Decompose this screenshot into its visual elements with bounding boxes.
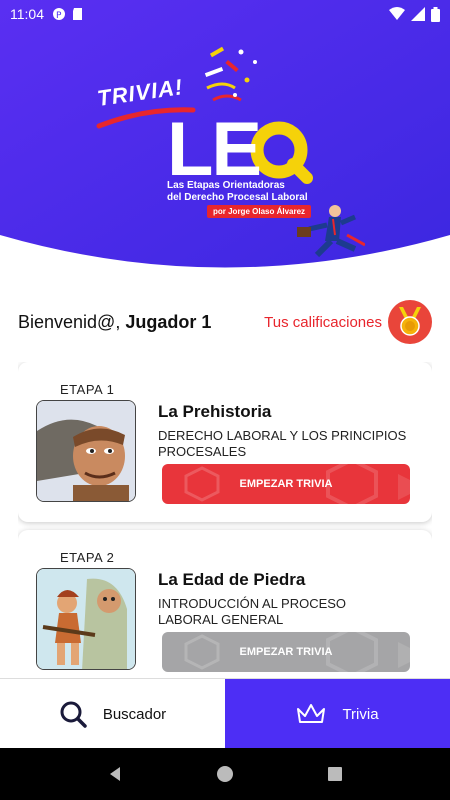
welcome-row: Bienvenid@, Jugador 1 Tus calificaciones [18, 298, 432, 346]
crown-icon [297, 704, 326, 723]
stage-1-image [36, 400, 136, 502]
nav-trivia-tab[interactable]: Trivia [225, 679, 450, 749]
recents-icon[interactable] [326, 765, 344, 783]
start-trivia-button[interactable]: EMPEZAR TRIVIA [162, 464, 410, 504]
signal-icon [411, 7, 425, 21]
stage-title: La Prehistoria [158, 402, 272, 421]
header-banner: TRIVIA! LE Las Etapas Orientadoras del D… [0, 0, 450, 290]
logo-letters: LE [167, 107, 262, 192]
stage-title: La Edad de Piedra [158, 570, 306, 589]
sd-card-icon [73, 8, 82, 20]
subtitle-line-1: Las Etapas Orientadoras [167, 180, 285, 191]
stage-card-2[interactable]: ETAPA 2 La Edad de Piedra INTRODUCCIÓN A… [18, 530, 432, 680]
greeting: Bienvenid@, [18, 311, 121, 332]
svg-text:P: P [56, 11, 62, 21]
system-navigation-bar [0, 748, 450, 800]
stage-description: INTRODUCCIÓN AL PROCESO LABORAL GENERAL [158, 596, 347, 627]
grades-button[interactable]: Tus calificaciones [264, 300, 432, 344]
grades-label: Tus calificaciones [264, 313, 382, 331]
stage-2-image [36, 568, 136, 670]
battery-icon [431, 6, 440, 22]
wifi-icon [389, 7, 405, 20]
stage-label: ETAPA 1 [60, 382, 115, 397]
nav-trivia-label: Trivia [342, 705, 379, 723]
start-trivia-button-disabled[interactable]: EMPEZAR TRIVIA [162, 632, 410, 672]
author-tag: por Jorge Olaso Álvarez [207, 205, 312, 218]
status-bar: 11:04 P [0, 0, 450, 28]
home-icon[interactable] [216, 765, 234, 783]
bottom-navigation: Buscador Trivia [0, 678, 450, 749]
logo-subtitle: Las Etapas Orientadoras del Derecho Proc… [167, 180, 308, 204]
app-notification-icon: P [53, 8, 65, 21]
app-logo: TRIVIA! LE Las Etapas Orientadoras del D… [95, 40, 365, 260]
start-trivia-label: EMPEZAR TRIVIA [239, 478, 333, 490]
nav-search-tab[interactable]: Buscador [0, 679, 225, 749]
medal-icon [388, 300, 432, 344]
search-icon [60, 701, 87, 728]
subtitle-line-2: del Derecho Procesal Laboral [167, 192, 308, 203]
stages-list: ETAPA 1 La Prehistoria DERECHO LABORAL Y… [18, 362, 432, 680]
stage-description: DERECHO LABORAL Y LOS PRINCIPIOS PROCESA… [158, 428, 407, 459]
welcome-text: Bienvenid@, Jugador 1 [18, 312, 211, 333]
status-time: 11:04 [10, 6, 44, 22]
stage-card-1[interactable]: ETAPA 1 La Prehistoria DERECHO LABORAL Y… [18, 362, 432, 522]
player-name: Jugador 1 [125, 311, 212, 332]
back-icon[interactable] [106, 765, 124, 783]
stage-label: ETAPA 2 [60, 550, 115, 565]
nav-search-label: Buscador [102, 705, 167, 723]
start-trivia-label: EMPEZAR TRIVIA [239, 646, 333, 658]
